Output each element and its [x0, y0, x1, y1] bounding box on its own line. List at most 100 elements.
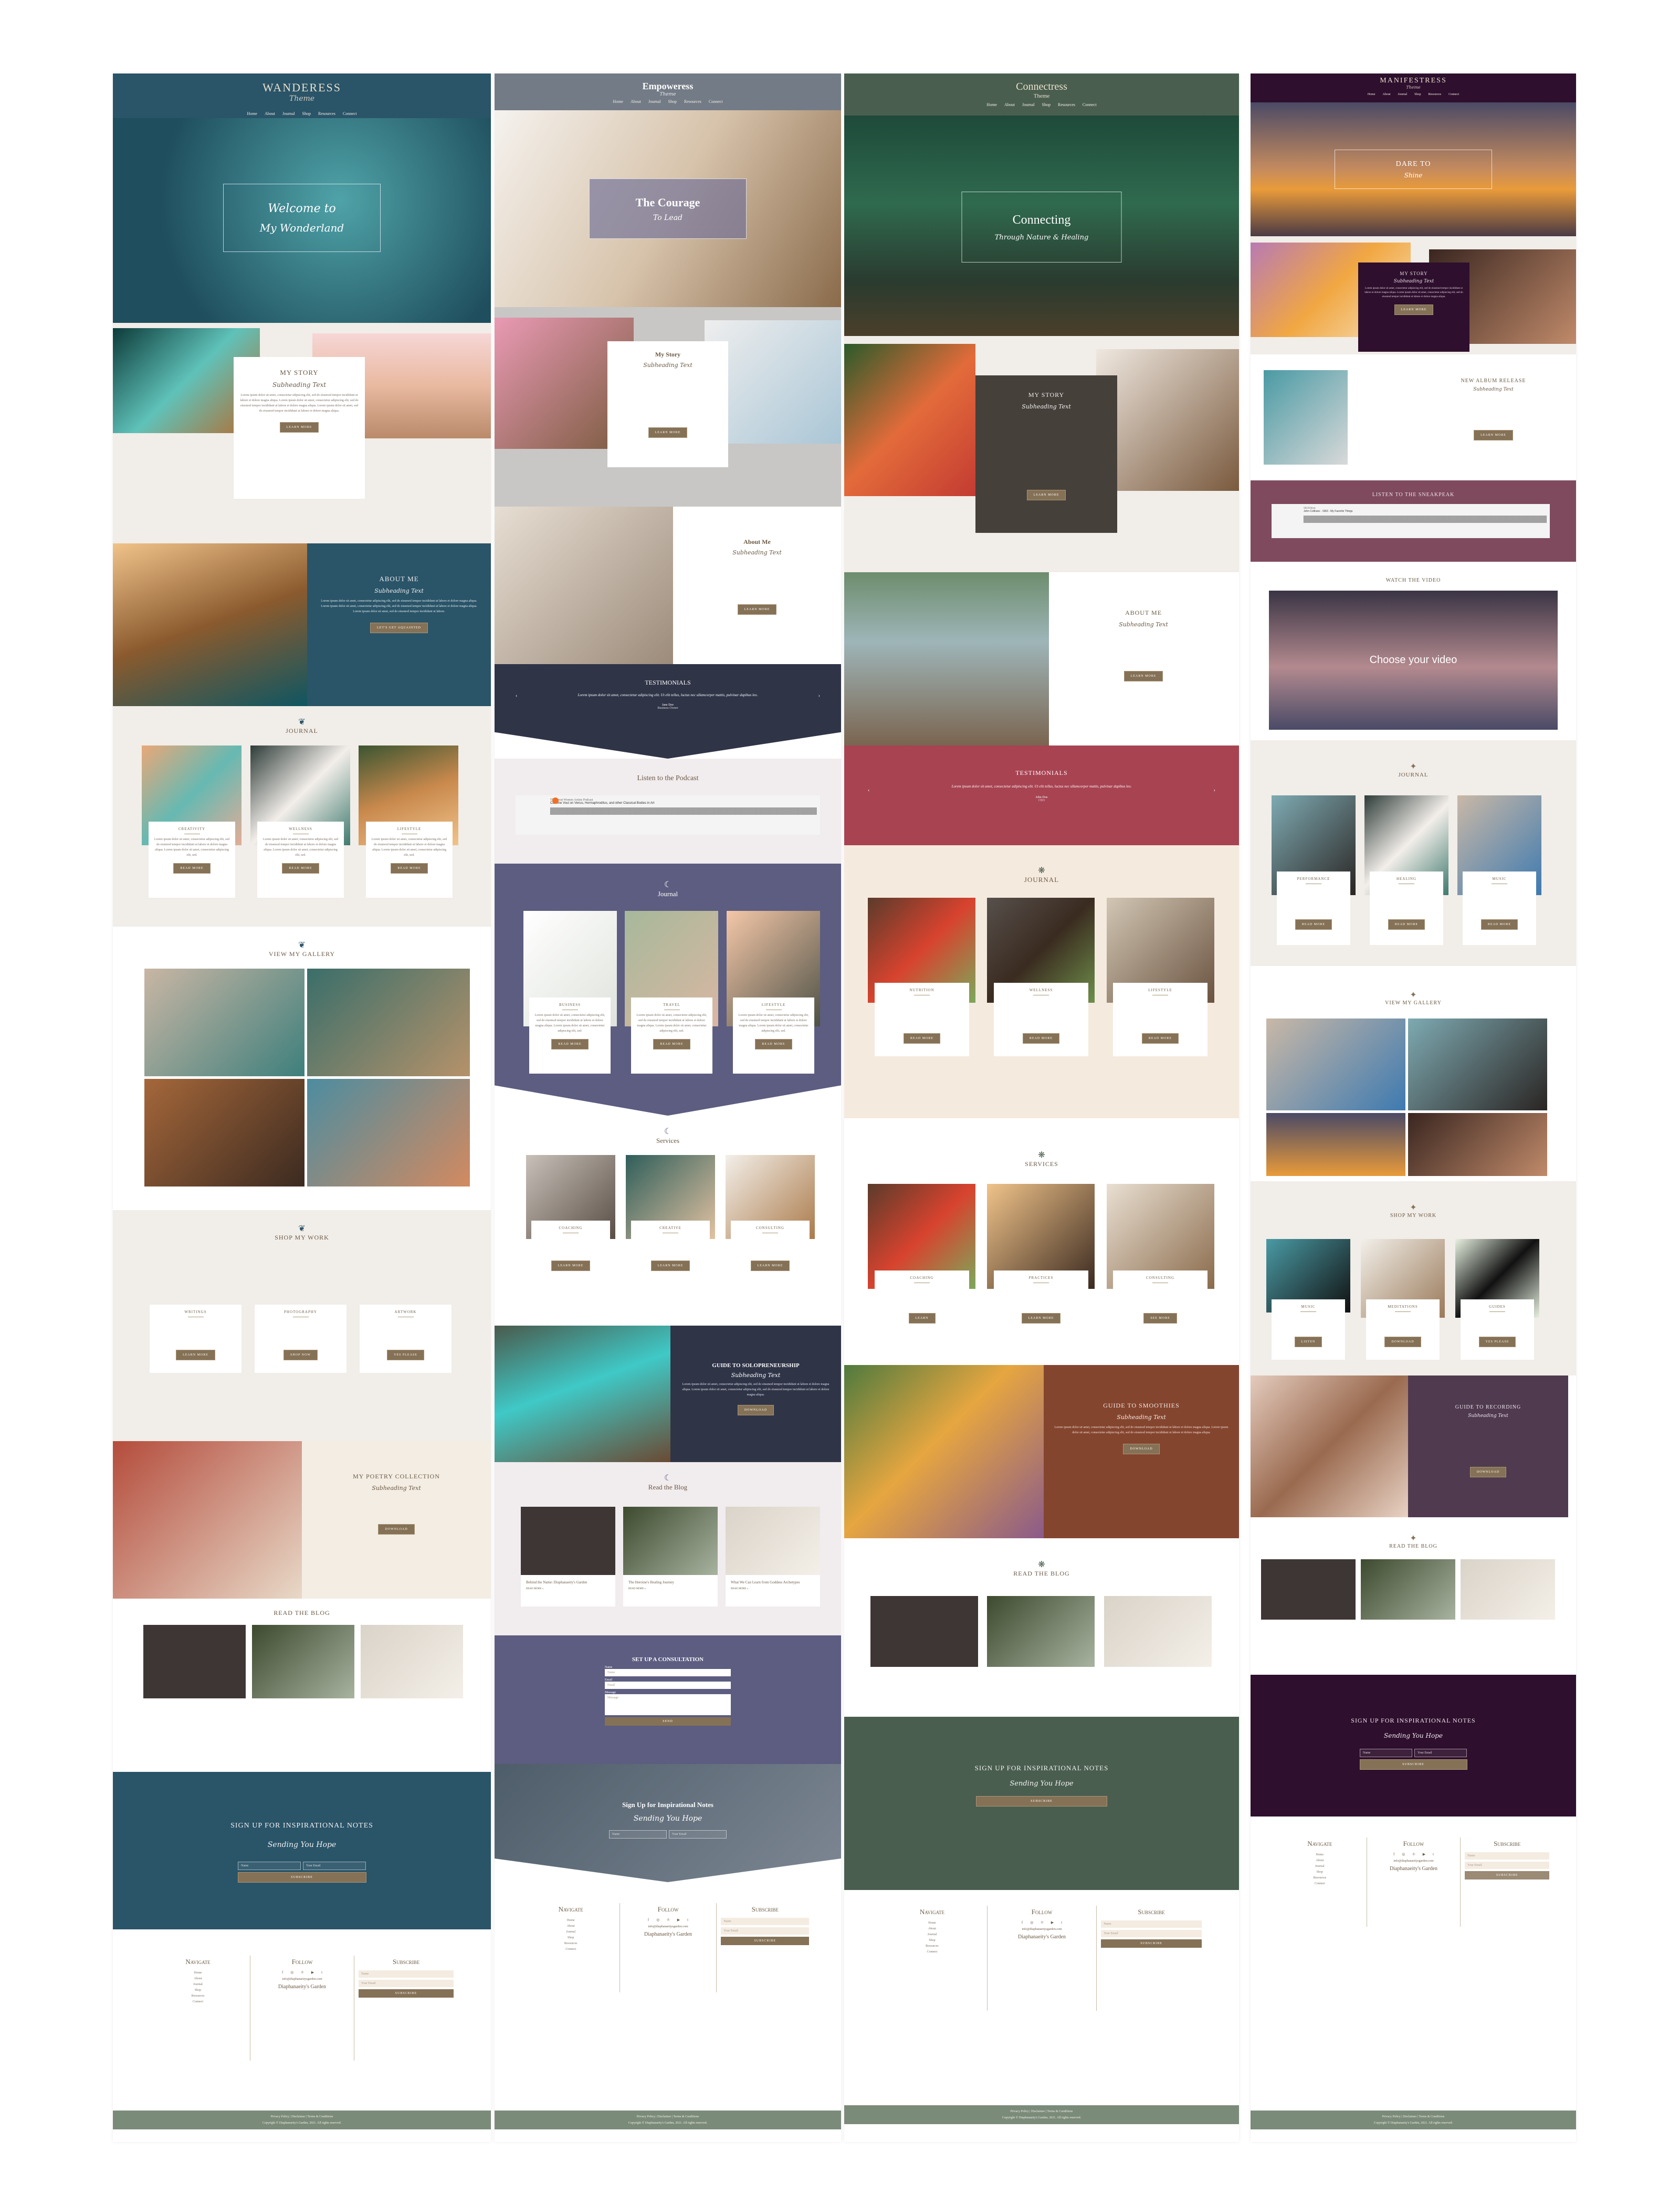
- pinterest-icon[interactable]: ℗: [667, 1918, 669, 1922]
- nav-about[interactable]: About: [265, 111, 275, 116]
- footer-link[interactable]: Shop: [150, 1988, 246, 1993]
- download-button[interactable]: DOWNLOAD: [378, 1524, 415, 1535]
- consult-message-textarea[interactable]: Message: [605, 1694, 731, 1715]
- download-button[interactable]: DOWNLOAD: [737, 1405, 774, 1415]
- email-input[interactable]: Your Email: [303, 1862, 366, 1870]
- legal-links[interactable]: Privacy Policy | Disclaimer | Terms & Co…: [113, 2114, 491, 2120]
- blog-post-image[interactable]: [252, 1625, 354, 1698]
- site-logo[interactable]: Connectress: [844, 81, 1239, 93]
- blog-post-image[interactable]: [1361, 1559, 1455, 1620]
- footer-email-input[interactable]: Your Email: [1465, 1862, 1550, 1869]
- facebook-icon[interactable]: f: [1393, 1852, 1394, 1856]
- learn-more-button[interactable]: LEARN MORE: [650, 1261, 690, 1271]
- read-more-button[interactable]: READ MORE: [1022, 1033, 1060, 1044]
- blog-post-image[interactable]: [623, 1507, 718, 1575]
- learn-more-button[interactable]: LEARN MORE: [648, 427, 688, 438]
- blog-post-image[interactable]: [1261, 1559, 1356, 1620]
- post-title[interactable]: The Heroine's Healing Journey: [628, 1580, 712, 1584]
- footer-link[interactable]: Resources: [881, 1944, 983, 1949]
- blog-post-image[interactable]: [361, 1625, 463, 1698]
- nav-shop[interactable]: Shop: [302, 111, 311, 116]
- nav-resources[interactable]: Resources: [1429, 93, 1442, 96]
- footer-name-input[interactable]: Name: [1101, 1920, 1202, 1928]
- name-input[interactable]: Name: [609, 1830, 667, 1839]
- facebook-icon[interactable]: f: [1022, 1920, 1023, 1925]
- read-more-button[interactable]: READ MORE: [903, 1033, 941, 1044]
- post-title[interactable]: Behind the Name: Diaphanaeity's Garden: [526, 1580, 610, 1584]
- nav-home[interactable]: Home: [1368, 93, 1376, 96]
- nav-resources[interactable]: Resources: [684, 99, 701, 104]
- legal-links[interactable]: Privacy Policy | Disclaimer | Terms & Co…: [844, 2108, 1239, 2115]
- nav-connect[interactable]: Connect: [1083, 102, 1097, 107]
- read-more-button[interactable]: READ MORE: [551, 1039, 589, 1049]
- learn-more-button[interactable]: LEARN MORE: [176, 1350, 215, 1360]
- pinterest-icon[interactable]: ℗: [301, 1970, 303, 1975]
- play-icon[interactable]: [552, 797, 559, 804]
- nav-journal[interactable]: Journal: [648, 99, 661, 104]
- footer-name-input[interactable]: Name: [721, 1918, 810, 1925]
- prev-arrow-icon[interactable]: ‹: [868, 788, 869, 793]
- footer-link[interactable]: Home: [150, 1970, 246, 1976]
- download-button[interactable]: DOWNLOAD: [1469, 1467, 1507, 1477]
- read-more-button[interactable]: READ MORE: [755, 1039, 792, 1049]
- learn-more-button[interactable]: LEARN MORE: [750, 1261, 790, 1271]
- nav-connect[interactable]: Connect: [1448, 93, 1459, 96]
- footer-link[interactable]: About: [527, 1924, 615, 1929]
- see-more-button[interactable]: SEE MORE: [1143, 1313, 1177, 1324]
- pinterest-icon[interactable]: ℗: [1041, 1920, 1043, 1925]
- learn-button[interactable]: LEARN: [908, 1313, 936, 1324]
- facebook-icon[interactable]: f: [648, 1918, 649, 1922]
- twitter-icon[interactable]: t: [1433, 1852, 1434, 1856]
- footer-email-input[interactable]: Your Email: [721, 1927, 810, 1935]
- instagram-icon[interactable]: ◎: [1402, 1852, 1405, 1856]
- footer-link[interactable]: Home: [881, 1920, 983, 1926]
- blog-post-image[interactable]: [521, 1507, 615, 1575]
- read-more-link[interactable]: READ MORE »: [731, 1588, 815, 1590]
- read-more-link[interactable]: READ MORE »: [628, 1588, 712, 1590]
- footer-link[interactable]: Home: [527, 1918, 615, 1924]
- soundcloud-player[interactable]: The Great Women Artists Podcast Caroline…: [516, 795, 820, 835]
- nav-shop[interactable]: Shop: [1042, 102, 1051, 107]
- footer-link[interactable]: Shop: [881, 1938, 983, 1944]
- gallery-image[interactable]: [307, 969, 470, 1076]
- learn-more-button[interactable]: LEARN MORE: [1026, 490, 1066, 500]
- yes-please-button[interactable]: YES PLEASE: [387, 1350, 424, 1360]
- instagram-icon[interactable]: ◎: [1030, 1920, 1033, 1925]
- email-input[interactable]: Your Email: [1414, 1749, 1467, 1757]
- email-link[interactable]: info@diaphanaeitysgarden.com: [624, 1925, 712, 1928]
- waveform[interactable]: [550, 807, 817, 815]
- footer-link[interactable]: Journal: [881, 1932, 983, 1938]
- read-more-link[interactable]: READ MORE »: [526, 1588, 610, 1590]
- subscribe-button[interactable]: SUBSCRIBE: [1359, 1759, 1467, 1770]
- gallery-image[interactable]: [1408, 1113, 1547, 1176]
- instagram-icon[interactable]: ◎: [290, 1970, 293, 1975]
- footer-name-input[interactable]: Name: [359, 1970, 454, 1978]
- site-logo[interactable]: Empoweress: [495, 81, 841, 92]
- nav-resources[interactable]: Resources: [1058, 102, 1075, 107]
- footer-link[interactable]: Shop: [527, 1935, 615, 1941]
- download-button[interactable]: DOWNLOAD: [1123, 1444, 1160, 1454]
- pinterest-icon[interactable]: ℗: [1412, 1852, 1415, 1856]
- subscribe-button[interactable]: SUBSCRIBE: [237, 1872, 366, 1883]
- nav-home[interactable]: Home: [986, 102, 997, 107]
- next-arrow-icon[interactable]: ›: [818, 693, 820, 699]
- site-logo[interactable]: WANDERESS: [113, 81, 491, 94]
- nav-home[interactable]: Home: [247, 111, 257, 116]
- next-arrow-icon[interactable]: ›: [1214, 788, 1215, 793]
- footer-subscribe-button[interactable]: SUBSCRIBE: [721, 1937, 810, 1945]
- nav-connect[interactable]: Connect: [343, 111, 357, 116]
- footer-subscribe-button[interactable]: SUBSCRIBE: [1465, 1871, 1550, 1880]
- nav-home[interactable]: Home: [613, 99, 623, 104]
- gallery-image[interactable]: [1266, 1018, 1405, 1110]
- blog-post-image[interactable]: [870, 1596, 978, 1667]
- legal-links[interactable]: Privacy Policy | Disclaimer | Terms & Co…: [495, 2114, 841, 2120]
- gallery-image[interactable]: [307, 1079, 470, 1186]
- nav-about[interactable]: About: [1382, 93, 1390, 96]
- footer-link[interactable]: Resources: [1277, 1875, 1362, 1881]
- gallery-image[interactable]: [144, 969, 304, 1076]
- footer-link[interactable]: Journal: [150, 1982, 246, 1988]
- footer-name-input[interactable]: Name: [1465, 1852, 1550, 1860]
- site-logo[interactable]: MANIFESTRESS: [1251, 77, 1576, 85]
- nav-journal[interactable]: Journal: [1022, 102, 1035, 107]
- twitter-icon[interactable]: t: [687, 1918, 688, 1922]
